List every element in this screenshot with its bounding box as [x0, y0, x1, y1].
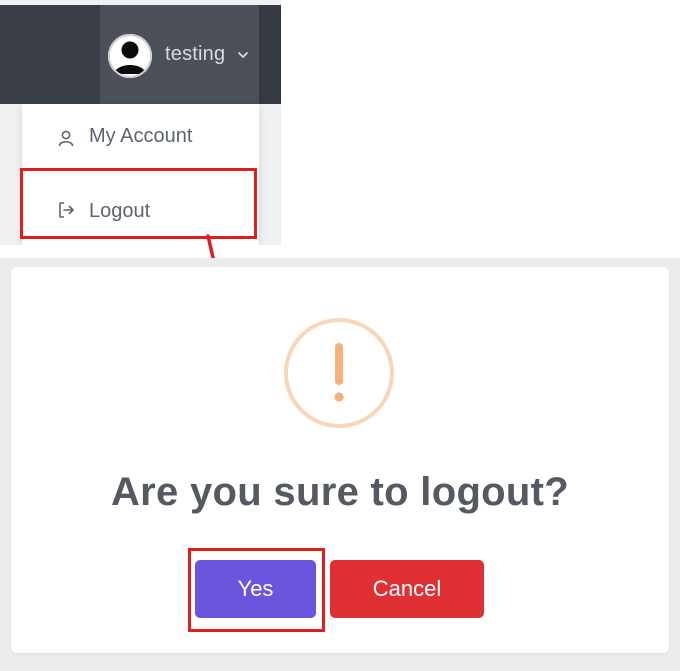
user-menu-toggle[interactable]: testing [100, 5, 259, 104]
logout-highlight-box [20, 168, 257, 239]
warning-exclamation-icon [284, 318, 394, 428]
modal-backdrop: Are you sure to logout? Yes Cancel [0, 258, 680, 671]
navbar-left-area [0, 5, 100, 104]
navbar-right-edge [259, 5, 281, 104]
user-silhouette-icon [108, 34, 152, 78]
dropdown-item-my-account[interactable]: My Account [22, 104, 259, 172]
top-navbar: testing [0, 5, 281, 104]
avatar [108, 34, 152, 78]
dropdown-item-label: My Account [89, 125, 193, 147]
cancel-button[interactable]: Cancel [330, 560, 484, 618]
dialog-title: Are you sure to logout? [110, 470, 569, 514]
chevron-down-icon [238, 52, 248, 58]
person-icon [58, 130, 74, 147]
username-label: testing [165, 43, 226, 65]
yes-highlight-box [188, 548, 325, 632]
header-crop: testing My Account Logout [0, 0, 281, 245]
logout-confirm-dialog: Are you sure to logout? Yes Cancel [11, 267, 669, 653]
